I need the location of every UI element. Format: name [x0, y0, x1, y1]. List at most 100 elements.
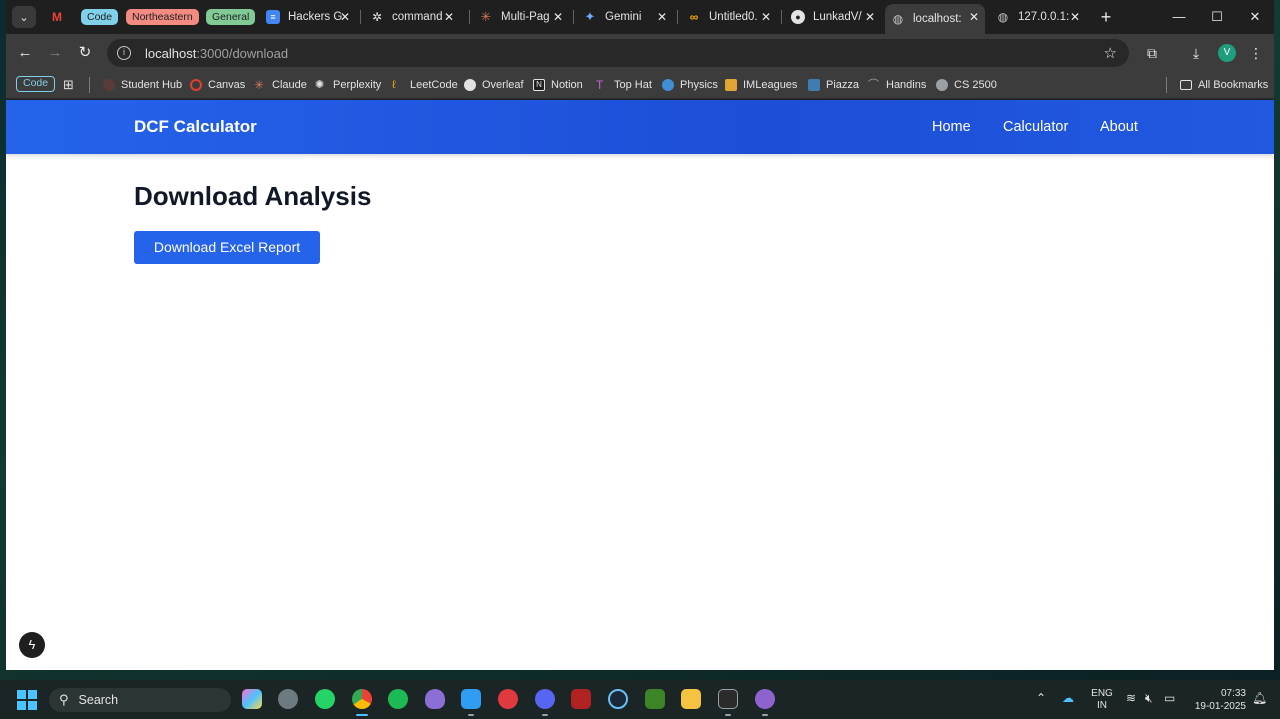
windows-start-icon[interactable] — [17, 690, 37, 710]
bookmark-top-hat[interactable]: T Top Hat — [596, 76, 652, 94]
tab-colab[interactable]: ∞ Untitled0. ✕ — [681, 4, 777, 30]
extensions-puzzle-icon[interactable]: ⧉ — [1142, 43, 1162, 63]
new-tab-plus-icon[interactable]: + — [1096, 7, 1116, 27]
close-icon[interactable]: ✕ — [863, 10, 877, 24]
tab-gmail[interactable]: M — [44, 4, 70, 30]
openai-icon: ✲ — [371, 10, 383, 24]
student-hub-icon — [103, 79, 115, 91]
profile-avatar[interactable]: V — [1218, 44, 1236, 62]
bookmark-canvas[interactable]: Canvas — [190, 76, 245, 94]
close-icon[interactable]: ✕ — [655, 10, 669, 24]
notification-bell-icon[interactable]: 🔔︎ — [1252, 692, 1267, 704]
tab-group-code[interactable]: Code — [81, 9, 119, 25]
bookmark-student-hub[interactable]: Student Hub — [103, 76, 182, 94]
nav-link-home[interactable]: Home — [932, 119, 971, 135]
obsidian-icon[interactable] — [425, 689, 445, 709]
tab-127[interactable]: ◍ 127.0.0.1: ✕ — [990, 4, 1086, 30]
tab-command[interactable]: ✲ command ✕ — [364, 4, 460, 30]
close-icon[interactable]: ✕ — [967, 10, 981, 24]
apps-grid-icon[interactable]: ⊞ — [63, 76, 74, 94]
bookmark-notion[interactable]: N Notion — [533, 76, 583, 94]
wifi-icon[interactable]: ≋ — [1126, 692, 1136, 704]
steam-icon[interactable] — [608, 689, 628, 709]
onedrive-cloud-icon[interactable]: ☁ — [1062, 692, 1074, 704]
close-icon[interactable]: ✕ — [551, 10, 565, 24]
bookmark-physics[interactable]: Physics — [662, 76, 718, 94]
site-brand[interactable]: DCF Calculator — [134, 117, 257, 137]
top-hat-icon: T — [596, 78, 604, 92]
bookmark-group-code[interactable]: Code — [16, 76, 56, 92]
discord-icon[interactable] — [535, 689, 555, 709]
tab-multipage[interactable]: ✳ Multi-Pag ✕ — [473, 4, 569, 30]
speaker-muted-icon[interactable]: 🔇︎ — [1145, 692, 1153, 704]
close-icon[interactable]: ✕ — [1068, 10, 1082, 24]
minecraft-icon[interactable] — [645, 689, 665, 709]
maximize-icon[interactable]: ☐ — [1208, 8, 1226, 26]
download-excel-button[interactable]: Download Excel Report — [134, 231, 320, 264]
copilot-icon[interactable] — [242, 689, 262, 709]
spotify-icon[interactable] — [388, 689, 408, 709]
address-bar[interactable]: i localhost :3000/download ☆ — [107, 39, 1129, 67]
bookmark-claude[interactable]: ✳ Claude — [254, 76, 307, 94]
all-bookmarks-folder[interactable]: All Bookmarks — [1180, 76, 1268, 94]
physics-icon — [662, 79, 674, 91]
back-arrow-icon[interactable]: ← — [14, 42, 36, 64]
downloads-icon[interactable]: ⤓ — [1186, 43, 1206, 63]
tab-group-northeastern[interactable]: Northeastern — [126, 9, 199, 25]
tab-gemini[interactable]: ✦ Gemini ✕ — [577, 4, 673, 30]
bookmark-piazza[interactable]: Piazza — [808, 76, 859, 94]
notion-icon: N — [533, 79, 545, 91]
kebab-menu-icon[interactable]: ⋮ — [1246, 43, 1266, 63]
file-explorer-icon[interactable] — [681, 689, 701, 709]
tab-localhost-active[interactable]: ◍ localhost: ✕ — [885, 4, 985, 34]
terminal-icon[interactable] — [718, 689, 738, 709]
bookmark-overleaf[interactable]: Overleaf — [464, 76, 524, 94]
close-icon[interactable]: ✕ — [759, 10, 773, 24]
bookmark-label: IMLeagues — [743, 79, 798, 91]
url-host: localhost — [145, 45, 197, 61]
minimize-icon[interactable]: — — [1170, 8, 1188, 26]
bookmark-label: Perplexity — [333, 79, 382, 91]
tab-github[interactable]: ● LunkadV/ ✕ — [785, 4, 881, 30]
bookmark-cs2500[interactable]: CS 2500 — [936, 76, 997, 94]
github-desktop-running-indicator — [762, 714, 768, 716]
arduino-icon[interactable] — [498, 689, 518, 709]
bookmark-handins[interactable]: ⌒ Handins — [868, 76, 926, 94]
tab-group-general[interactable]: General — [206, 9, 256, 25]
chrome-icon[interactable] — [352, 689, 372, 709]
url-path: :3000/download — [196, 45, 289, 61]
globe-icon: ◍ — [997, 10, 1009, 24]
taskbar-clock[interactable]: 07:33 19-01-2025 — [1188, 687, 1246, 713]
bookmark-perplexity[interactable]: ✺ Perplexity — [315, 76, 381, 94]
tray-chevron-up-icon[interactable]: ⌃ — [1036, 692, 1046, 704]
forward-arrow-icon[interactable]: → — [44, 42, 66, 64]
taskbar-search[interactable]: ⚲ Search — [49, 688, 231, 712]
battery-icon[interactable]: ▭ — [1164, 692, 1175, 704]
nav-link-about[interactable]: About — [1100, 119, 1138, 135]
bookmark-label: Top Hat — [614, 79, 652, 91]
language-code: ENG — [1091, 688, 1113, 699]
tab-hackers[interactable]: ≡ Hackers G ✕ — [260, 4, 356, 30]
bookmark-label: All Bookmarks — [1198, 79, 1269, 91]
dev-tools-lightning-icon[interactable]: ϟ — [19, 632, 45, 658]
browser-window: ⌄ M Code Northeastern General ≡ Hackers … — [6, 0, 1274, 670]
bookmark-label: Notion — [551, 79, 583, 91]
game-icon[interactable] — [571, 689, 591, 709]
close-icon[interactable]: ✕ — [442, 10, 456, 24]
window-close-icon[interactable]: ✕ — [1246, 8, 1264, 26]
tab-search-chevron-icon[interactable]: ⌄ — [12, 6, 36, 28]
reload-icon[interactable]: ↻ — [74, 42, 96, 64]
bookmark-star-icon[interactable]: ☆ — [1104, 44, 1117, 62]
language-indicator[interactable]: ENG IN — [1090, 688, 1114, 712]
tab-strip: ⌄ M Code Northeastern General ≡ Hackers … — [6, 0, 1274, 34]
bookmark-leetcode[interactable]: ℓ LeetCode — [392, 76, 458, 94]
settings-gear-icon[interactable] — [278, 689, 298, 709]
overleaf-icon — [464, 79, 476, 91]
bookmark-imleagues[interactable]: IMLeagues — [725, 76, 797, 94]
github-desktop-icon[interactable] — [755, 689, 775, 709]
whatsapp-icon[interactable] — [315, 689, 335, 709]
nav-link-calculator[interactable]: Calculator — [1003, 119, 1068, 135]
vscode-icon[interactable] — [461, 689, 481, 709]
site-info-icon[interactable]: i — [117, 46, 131, 60]
close-icon[interactable]: ✕ — [338, 10, 352, 24]
